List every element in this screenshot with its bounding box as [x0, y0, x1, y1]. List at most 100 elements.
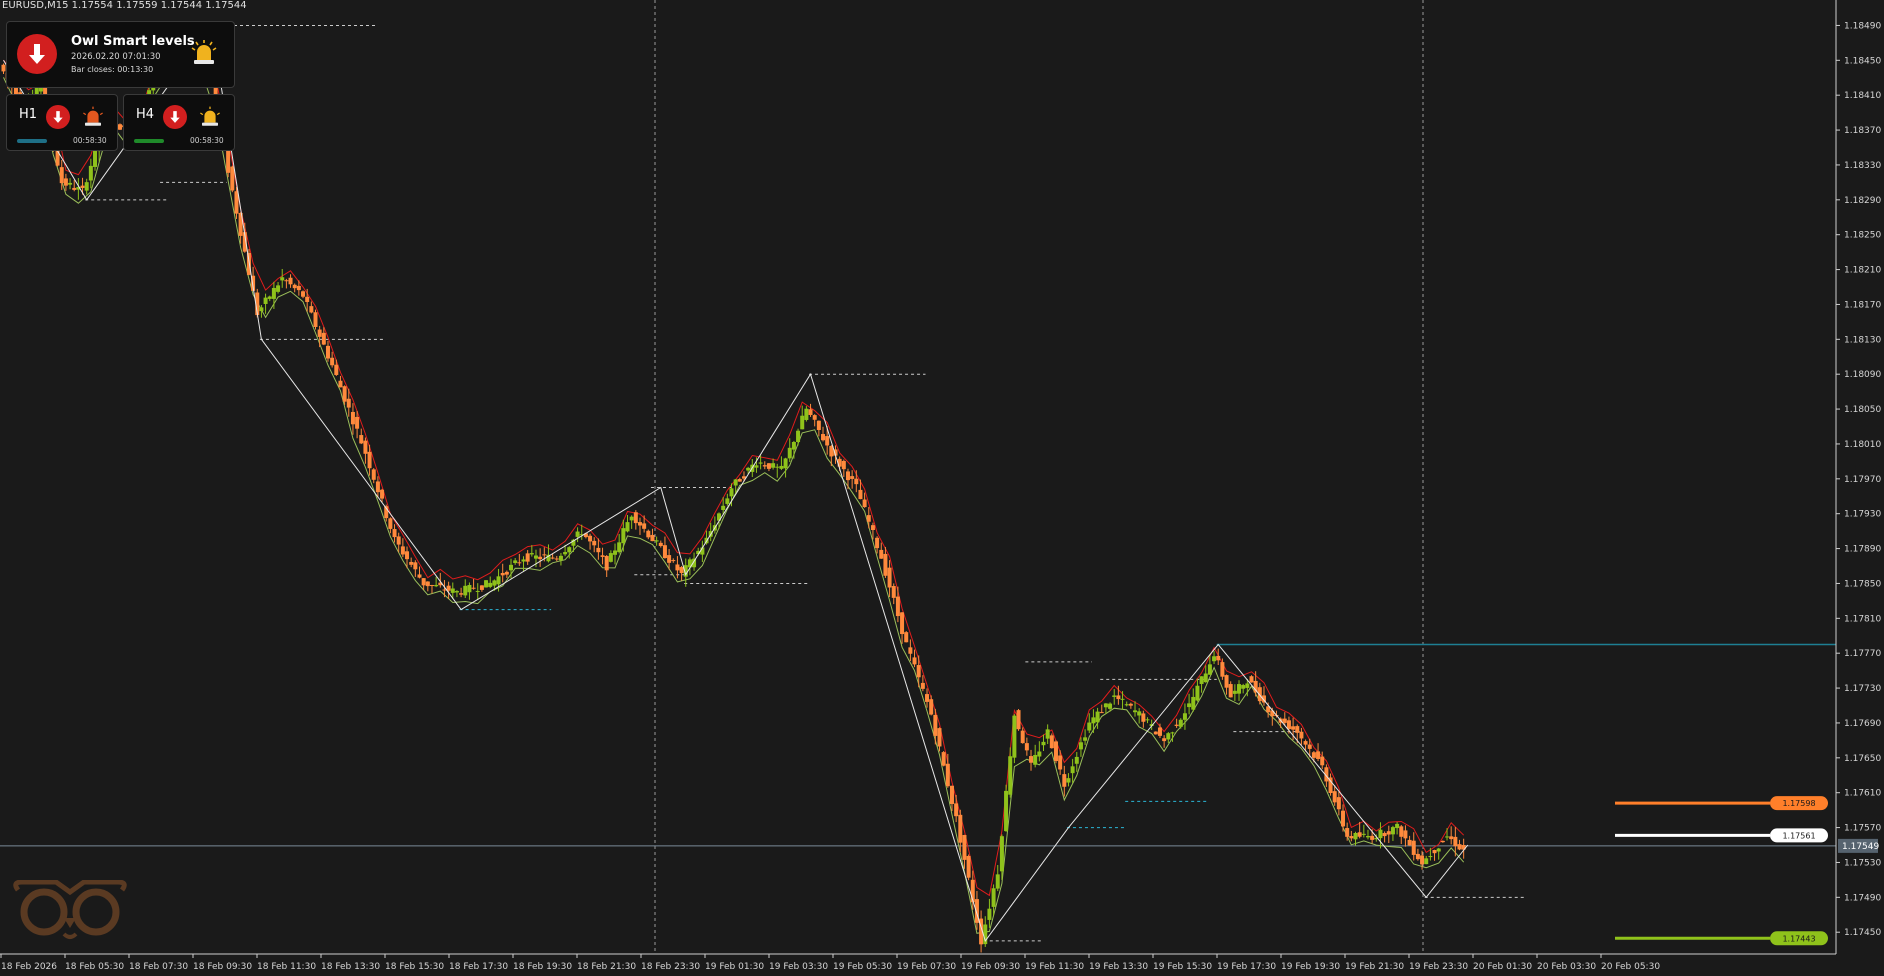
lower-envelope-line [3, 59, 1465, 934]
bear-candle [1157, 727, 1162, 736]
alarm-icon[interactable] [198, 105, 222, 133]
bull-candle [1203, 673, 1208, 683]
price-tick-label: 1.17570 [1844, 824, 1881, 834]
h4-timer: 00:58:30 [190, 136, 224, 145]
time-tick-label: 18 Feb 07:30 [129, 962, 188, 972]
bear-candle [1286, 720, 1291, 730]
price-tick-label: 1.18410 [1844, 91, 1881, 101]
bull-candle [1191, 696, 1196, 710]
bar-closes-timer: Bar closes: 00:13:30 [71, 65, 154, 74]
time-tick-label: 19 Feb 13:30 [1089, 962, 1148, 972]
bear-candle [80, 185, 85, 188]
bear-candle [117, 124, 122, 130]
bull-candle [276, 285, 281, 292]
price-chart[interactable]: 1.175981.175611.17443 1.184901.184501.18… [0, 0, 1884, 976]
time-tick-label: 18 Feb 15:30 [385, 962, 444, 972]
bear-candle [841, 460, 846, 470]
bull-candle [1166, 733, 1171, 740]
bear-candle [850, 476, 855, 479]
alarm-icon[interactable] [189, 38, 219, 72]
bear-candle [816, 420, 821, 430]
bear-candle [1307, 744, 1312, 749]
bear-candle [920, 682, 925, 689]
h4-label: H4 [136, 107, 155, 122]
bull-candle [621, 528, 626, 544]
bear-candle [941, 752, 946, 766]
down-arrow-icon [46, 105, 70, 129]
bear-candle [1029, 756, 1034, 763]
bear-candle [949, 785, 954, 804]
owl-logo-icon [12, 879, 128, 946]
bull-candle [1436, 848, 1441, 852]
bear-candle [500, 572, 505, 576]
bear-candle [766, 463, 771, 469]
time-tick-label: 19 Feb 21:30 [1345, 962, 1404, 972]
bull-candle [791, 441, 796, 450]
price-tick-label: 1.18210 [1844, 266, 1881, 276]
price-tick-label: 1.18090 [1844, 370, 1881, 380]
current-price-label: 1.17549 [1842, 842, 1879, 852]
bear-candle [671, 560, 676, 562]
bull-candle [725, 498, 730, 504]
bull-candle [1424, 858, 1429, 865]
bull-candle [68, 182, 73, 185]
envelope-lines [3, 29, 1465, 934]
bear-candle [1162, 738, 1167, 742]
bear-candle [808, 409, 813, 415]
bear-candle [342, 386, 347, 402]
price-tick-label: 1.17690 [1844, 719, 1881, 729]
bear-candle [1386, 831, 1391, 835]
bear-candle [292, 284, 297, 289]
bear-candle [317, 329, 322, 337]
bear-candle [459, 593, 464, 595]
bear-candle [679, 567, 684, 574]
bull-candle [509, 564, 514, 571]
bear-candle [875, 537, 880, 549]
bear-candle [912, 657, 917, 665]
bull-candle [1237, 684, 1242, 694]
bear-candle [375, 481, 380, 493]
price-tick-label: 1.18250 [1844, 231, 1881, 241]
bull-candle [608, 553, 613, 562]
h1-signal-panel[interactable]: H1 00:58:30 [6, 94, 118, 151]
bear-candle [925, 694, 930, 702]
bear-candle [662, 545, 667, 559]
bear-candle [958, 814, 963, 843]
bull-candle [467, 584, 472, 593]
bull-candle [804, 408, 809, 420]
bear-candle [1228, 684, 1233, 698]
bull-candle [654, 540, 659, 542]
bull-candle [1195, 685, 1200, 701]
bull-candle [1033, 754, 1038, 765]
bear-candle [929, 699, 934, 715]
h4-signal-panel[interactable]: H4 00:58:30 [123, 94, 235, 151]
time-tick-label: 18 Feb 19:30 [513, 962, 572, 972]
bear-candle [891, 586, 896, 598]
bear-candle [1370, 835, 1375, 840]
bear-candle [1336, 797, 1341, 810]
bear-candle [642, 523, 647, 529]
bear-candle [355, 416, 360, 429]
bull-candle [1124, 704, 1129, 706]
time-tick-label: 18 Feb 21:30 [577, 962, 636, 972]
bear-candle [1411, 840, 1416, 855]
price-tick-label: 1.17610 [1844, 789, 1881, 799]
price-tick-label: 1.17770 [1844, 649, 1881, 659]
price-tick-label: 1.18050 [1844, 405, 1881, 415]
price-tick-label: 1.17850 [1844, 579, 1881, 589]
bull-candle [88, 165, 93, 181]
owl-signal-panel[interactable]: Owl Smart levels 2026.02.20 07:01:30 Bar… [6, 21, 235, 88]
bull-candle [775, 466, 780, 468]
alarm-icon[interactable] [81, 105, 105, 133]
bear-candle [1224, 675, 1229, 688]
bull-candle [1012, 715, 1017, 758]
price-tick-label: 1.17890 [1844, 545, 1881, 555]
bull-candle [758, 462, 763, 464]
bull-candle [1365, 836, 1370, 838]
bull-candle [567, 547, 572, 553]
bear-candle [870, 525, 875, 530]
right-level-markers: 1.17598 1.17561 1.17443 [1615, 796, 1828, 946]
bear-candle [879, 549, 884, 559]
bear-candle [1311, 752, 1316, 758]
bull-candle [1170, 732, 1175, 734]
